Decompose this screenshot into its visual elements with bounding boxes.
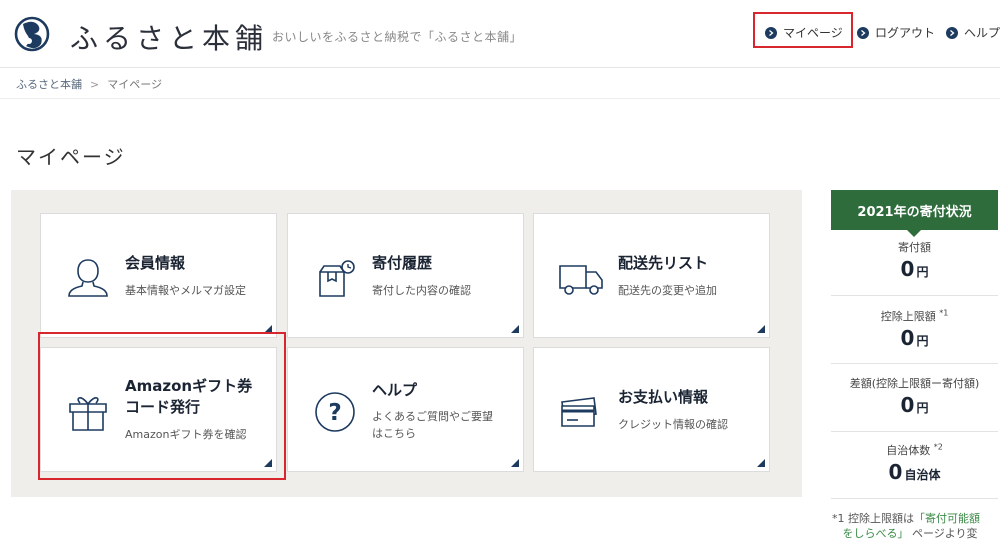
corner-arrow-icon <box>511 459 519 467</box>
deduction-limit-label: 控除上限額 *1 <box>880 308 949 323</box>
card-description-line2: はこちら <box>372 427 416 440</box>
question-icon: ? <box>315 392 355 432</box>
deduction-limit: 控除上限額 *1 0円 <box>831 308 998 350</box>
nav-logout-label: ログアウト <box>875 26 936 40</box>
divider <box>831 498 998 499</box>
deduction-limit-value: 0円 <box>900 326 929 350</box>
credit-card-icon <box>561 397 597 427</box>
card-description: 基本情報やメルマガ設定 <box>125 284 246 297</box>
tagline: おいしいをふるさと納税で「ふるさと本舗」 <box>272 30 523 44</box>
divider <box>0 98 1000 99</box>
check-limit-link-line2[interactable]: をしらべる」 <box>843 527 909 540</box>
divider <box>831 431 998 432</box>
municipality-count-label: 自治体数 *2 <box>886 442 943 457</box>
footnote: *1 控除上限額は「寄付可能額 をしらべる」 ページより変 <box>832 512 980 540</box>
card-title: 寄付履歴 <box>372 254 433 272</box>
truck-icon <box>559 265 603 295</box>
municipality-count: 自治体数 *2 0 自治体 <box>831 442 998 484</box>
check-limit-link[interactable]: 「寄付可能額 <box>914 512 980 525</box>
user-icon <box>68 259 108 297</box>
card-title: 配送先リスト <box>618 254 709 272</box>
page-title: マイページ <box>16 145 126 169</box>
donation-status-panel: 2021年の寄付状況 寄付額 0円 控除上限額 *1 0円 差額(控除上限額ー寄… <box>831 190 998 499</box>
corner-arrow-icon <box>757 459 765 467</box>
chevron-right-icon <box>857 26 869 39</box>
logo-text[interactable]: ふるさと本舗 <box>70 17 268 57</box>
card-description: 配送先の変更や追加 <box>618 284 717 297</box>
logo-icon[interactable] <box>14 15 50 53</box>
card-title: 会員情報 <box>125 254 186 272</box>
breadcrumb: ふるさと本舗 > マイページ <box>16 76 162 92</box>
corner-arrow-icon <box>511 325 519 333</box>
svg-text:?: ? <box>328 400 341 426</box>
menu-card-payment[interactable]: お支払い情報 クレジット情報の確認 <box>533 347 770 472</box>
highlight-box-amazon-gift <box>38 332 286 480</box>
difference-amount-label: 差額(控除上限額ー寄付額) <box>849 377 980 390</box>
breadcrumb-separator: > <box>90 77 100 91</box>
divider <box>831 295 998 296</box>
donation-status-title: 2021年の寄付状況 <box>831 190 998 237</box>
menu-card-delivery[interactable]: 配送先リスト 配送先の変更や追加 <box>533 213 770 338</box>
site-header: ふるさと本舗 おいしいをふるさと納税で「ふるさと本舗」 マイページ ログアウト … <box>0 0 1000 68</box>
highlight-box-mypage <box>753 12 853 48</box>
nav-logout-link[interactable]: ログアウト <box>857 24 935 41</box>
chevron-right-icon <box>946 26 958 39</box>
nav-help-link[interactable]: ヘルプ <box>946 24 1000 41</box>
card-title: お支払い情報 <box>618 388 709 406</box>
nav-help-label: ヘルプ <box>964 26 1000 40</box>
menu-card-help[interactable]: ? ヘルプ よくあるご質問やご要望 はこちら <box>287 347 524 472</box>
divider <box>831 363 998 364</box>
card-description: 寄付した内容の確認 <box>372 284 471 297</box>
breadcrumb-current: マイページ <box>107 78 162 91</box>
menu-card-history[interactable]: 寄付履歴 寄付した内容の確認 <box>287 213 524 338</box>
donation-amount-label: 寄付額 <box>898 241 931 254</box>
card-description: クレジット情報の確認 <box>618 418 728 431</box>
municipality-count-value: 0 自治体 <box>888 460 941 484</box>
breadcrumb-home-link[interactable]: ふるさと本舗 <box>16 76 82 92</box>
corner-arrow-icon <box>757 325 765 333</box>
difference-amount-value: 0円 <box>900 393 929 417</box>
menu-card-member[interactable]: 会員情報 基本情報やメルマガ設定 <box>40 213 277 338</box>
card-title: ヘルプ <box>372 381 418 399</box>
donation-amount: 寄付額 0円 <box>831 239 998 281</box>
card-description-line1: よくあるご質問やご要望 <box>372 410 493 423</box>
difference-amount: 差額(控除上限額ー寄付額) 0円 <box>831 375 998 417</box>
donation-amount-value: 0円 <box>900 257 929 281</box>
gift-box-history-icon <box>319 260 355 297</box>
